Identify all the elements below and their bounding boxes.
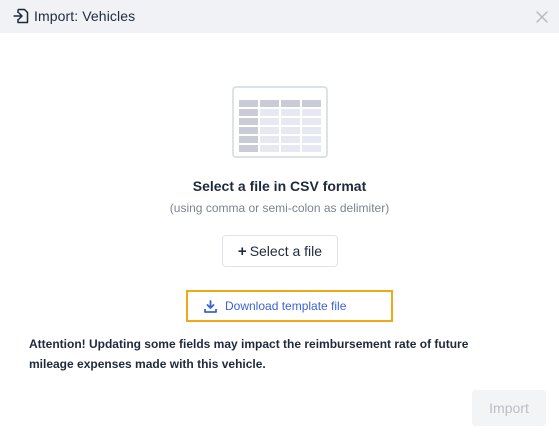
- dialog-header: Import: Vehicles: [0, 0, 559, 33]
- plus-icon: +: [237, 242, 247, 260]
- upload-title: Select a file in CSV format: [192, 178, 367, 194]
- download-template-label: Download template file: [225, 299, 347, 313]
- import-button[interactable]: Import: [472, 390, 546, 426]
- import-file-icon: [11, 6, 31, 26]
- close-icon[interactable]: [535, 10, 549, 24]
- dialog-title: Import: Vehicles: [34, 8, 136, 24]
- select-file-button[interactable]: + Select a file: [222, 235, 338, 267]
- import-dialog: Import: Vehicles Select a file in CSV fo…: [0, 0, 559, 439]
- download-icon: [204, 299, 217, 313]
- upload-subtitle: (using comma or semi-colon as delimiter): [169, 201, 390, 215]
- download-template-link[interactable]: Download template file: [186, 290, 393, 322]
- spreadsheet-table-illustration: [232, 86, 328, 158]
- select-file-label: Select a file: [249, 243, 323, 259]
- attention-notice: Attention! Updating some fields may impa…: [29, 337, 469, 371]
